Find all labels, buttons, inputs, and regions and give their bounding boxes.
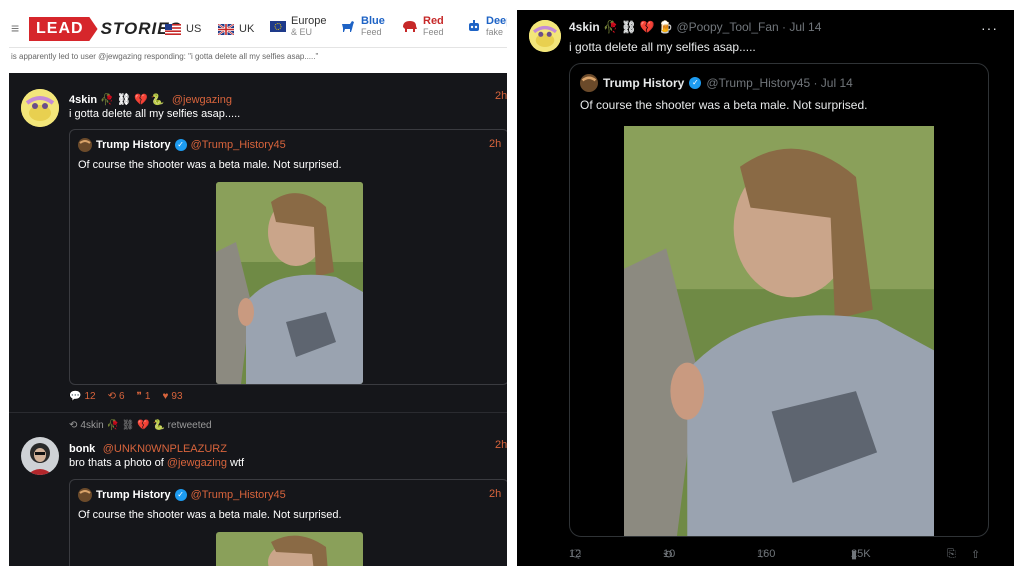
tweet-feed-screenshot: 4skin 🥀 ⛓ 💔 🐍 @jewgazing 2h i gotta dele…: [9, 73, 507, 566]
nav-deep-label: Deep: [486, 15, 507, 27]
verified-badge-icon: ✓: [689, 77, 702, 89]
quoted-handle-and-date[interactable]: @Trump_History45 · Jul 14: [706, 76, 852, 90]
retweet-small-icon: ⟲: [69, 420, 78, 431]
nav-item-us[interactable]: US: [165, 23, 201, 35]
quoted-photo[interactable]: [216, 532, 363, 566]
nav-item-uk[interactable]: UK: [218, 23, 254, 35]
retweet-icon: ⟲: [107, 391, 116, 402]
quoted-photo[interactable]: [216, 182, 363, 384]
nav-blue-sub: Feed: [361, 27, 382, 37]
quoted-text: Of course the shooter was a beta male. N…: [78, 159, 342, 171]
trump-history-avatar-icon: [580, 74, 598, 92]
logo-lead-text: LEAD: [29, 17, 98, 41]
quoted-handle[interactable]: @Trump_History45: [191, 139, 286, 151]
handle[interactable]: @UNKN0WNPLEAZURZ: [103, 443, 227, 455]
avatar[interactable]: [21, 89, 59, 127]
tweet-1[interactable]: 4skin 🥀 ⛓ 💔 🐍 @jewgazing 2h i gotta dele…: [9, 73, 507, 409]
nav-europe-sub: & EU: [291, 27, 313, 37]
nav-red-label: Red: [423, 15, 444, 27]
nav-item-red-feed[interactable]: Red Feed: [402, 15, 444, 37]
lead-stories-article: ≡ LEAD STORIES US UK Europe & EU Blue Fe…: [9, 10, 507, 566]
quoted-header: Trump History ✓ @Trump_History45 · Jul 1…: [580, 74, 853, 92]
tweet-1-stats: 💬 12 ⟲ 6 ❞ 1 ♥ 93: [69, 391, 183, 402]
avatar[interactable]: [21, 437, 59, 475]
bonk-avatar-icon: [21, 437, 59, 475]
tweet-text: i gotta delete all my selfies asap.....: [569, 40, 756, 54]
timestamp[interactable]: 2h: [495, 439, 507, 451]
like-count[interactable]: ♥ 93: [162, 391, 182, 402]
quote-icon: ❞: [136, 391, 142, 402]
handle-and-date[interactable]: @Poopy_Tool_Fan · Jul 14: [676, 20, 821, 34]
tweet-actions: 🗨 12 ⟲ 10 ♡ 160 ▮ 25K ⎘ ⇧: [569, 548, 981, 561]
handle[interactable]: @jewgazing: [172, 94, 232, 106]
tweet-header: 4skin 🥀 ⛓ 💔 🍺 @Poopy_Tool_Fan · Jul 14: [569, 20, 821, 34]
more-options-icon[interactable]: ···: [981, 20, 998, 36]
nav-europe-label: Europe: [291, 15, 327, 27]
site-nav: ≡ LEAD STORIES US UK Europe & EU Blue Fe…: [9, 10, 507, 48]
nav-item-blue-feed[interactable]: Blue Feed: [340, 15, 385, 37]
nav-item-deepfake[interactable]: Deep fake: [467, 15, 507, 37]
quoted-tweet[interactable]: Trump History ✓ @Trump_History45 · Jul 1…: [569, 63, 989, 537]
retweet-count[interactable]: ⟲ 6: [108, 391, 125, 402]
x-tweet-screenshot: 4skin 🥀 ⛓ 💔 🍺 @Poopy_Tool_Fan · Jul 14 ·…: [517, 10, 1014, 566]
quoted-display-name[interactable]: Trump History: [603, 76, 684, 90]
verified-badge-icon: ✓: [174, 139, 187, 151]
display-name[interactable]: bonk: [69, 443, 95, 455]
retweeted-by-text[interactable]: 4skin 🥀 ⛓ 💔 🐍 retweeted: [80, 420, 211, 431]
composite-screenshot: ≡ LEAD STORIES US UK Europe & EU Blue Fe…: [0, 0, 1024, 576]
mention-link[interactable]: @jewgazing: [167, 457, 227, 469]
quoted-timestamp[interactable]: 2h: [489, 138, 501, 150]
site-logo[interactable]: LEAD STORIES: [29, 16, 182, 42]
nav-deep-sub: fake: [486, 27, 504, 37]
tweet-text: i gotta delete all my selfies asap.....: [69, 108, 241, 120]
tweet-2-header: bonk @UNKN0WNPLEAZURZ: [69, 439, 227, 457]
pepe-avatar-icon: [21, 89, 59, 127]
bookmark-icon: ⎘: [947, 548, 956, 560]
quoted-photo[interactable]: [624, 126, 934, 536]
timestamp[interactable]: 2h: [495, 90, 507, 102]
quoted-text: Of course the shooter was a beta male. N…: [580, 98, 868, 112]
reply-icon: 💬: [69, 391, 82, 402]
tweet-text: bro thats a photo of @jewgazing wtf: [69, 457, 245, 469]
article-caption: is apparently led to user @jewgazing res…: [11, 52, 319, 61]
us-flag-icon: [165, 23, 181, 35]
nav-blue-label: Blue: [361, 15, 385, 27]
quoted-tweet[interactable]: Trump History ✓ @Trump_History45 2h Of c…: [69, 129, 507, 385]
pepe-avatar-icon: [529, 20, 561, 52]
donkey-icon: [342, 21, 354, 32]
display-name[interactable]: 4skin 🥀 ⛓ 💔 🍺: [569, 20, 673, 34]
avatar[interactable]: [529, 20, 561, 52]
nav-us-label: US: [186, 23, 202, 35]
quoted-display-name[interactable]: Trump History: [96, 139, 171, 151]
menu-icon[interactable]: ≡: [11, 20, 19, 36]
photo-image: [216, 532, 363, 566]
share-icon: ⇧: [971, 549, 981, 561]
nav-uk-label: UK: [239, 23, 255, 35]
photo-image: [216, 182, 363, 384]
retweeted-by: ⟲ 4skin 🥀 ⛓ 💔 🐍 retweeted: [69, 420, 212, 431]
quoted-header: Trump History ✓ @Trump_History45: [78, 488, 286, 502]
quote-count[interactable]: ❞ 1: [137, 391, 151, 402]
quoted-display-name[interactable]: Trump History: [96, 489, 171, 501]
heart-icon: ♥: [162, 391, 169, 402]
verified-badge-icon: ✓: [174, 489, 187, 501]
quoted-timestamp[interactable]: 2h: [489, 488, 501, 500]
nav-red-sub: Feed: [423, 27, 444, 37]
eu-flag-icon: [270, 20, 286, 32]
tweet-2[interactable]: ⟲ 4skin 🥀 ⛓ 💔 🐍 retweeted bonk @UNKN0WNP…: [9, 413, 507, 566]
photo-image: [624, 126, 934, 536]
trump-history-avatar-icon: [78, 138, 92, 152]
quoted-text: Of course the shooter was a beta male. N…: [78, 509, 342, 521]
trump-history-avatar-icon: [78, 488, 92, 502]
elephant-icon: [403, 21, 417, 32]
display-name[interactable]: 4skin 🥀 ⛓ 💔 🐍: [69, 94, 164, 106]
quoted-tweet[interactable]: Trump History ✓ @Trump_History45 2h Of c…: [69, 479, 507, 566]
robot-icon: [469, 20, 479, 31]
tweet-1-header: 4skin 🥀 ⛓ 💔 🐍 @jewgazing: [69, 90, 232, 108]
uk-flag-icon: [218, 23, 234, 35]
reply-count[interactable]: 💬 12: [69, 391, 96, 402]
quoted-handle[interactable]: @Trump_History45: [191, 489, 286, 501]
nav-item-europe[interactable]: Europe & EU: [270, 15, 326, 37]
quoted-header: Trump History ✓ @Trump_History45: [78, 138, 286, 152]
